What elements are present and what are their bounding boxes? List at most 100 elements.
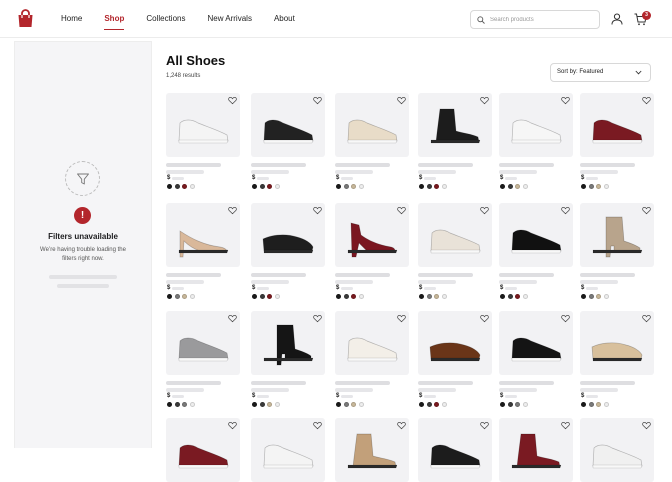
- color-swatch[interactable]: [182, 294, 187, 299]
- color-swatch[interactable]: [434, 402, 439, 407]
- heart-icon[interactable]: [480, 314, 489, 323]
- heart-icon[interactable]: [642, 96, 651, 105]
- color-swatch[interactable]: [351, 402, 356, 407]
- heart-icon[interactable]: [313, 96, 322, 105]
- heart-icon[interactable]: [561, 206, 570, 215]
- heart-icon[interactable]: [561, 421, 570, 430]
- color-swatch[interactable]: [252, 402, 257, 407]
- color-swatch[interactable]: [596, 294, 601, 299]
- nav-shop[interactable]: Shop: [104, 0, 125, 38]
- color-swatch[interactable]: [500, 294, 505, 299]
- product-image-box[interactable]: [580, 203, 654, 267]
- product-image-box[interactable]: [166, 93, 240, 157]
- heart-icon[interactable]: [228, 206, 237, 215]
- color-swatch[interactable]: [274, 294, 280, 299]
- product-image-box[interactable]: [335, 311, 409, 375]
- product-image-box[interactable]: [580, 93, 654, 157]
- color-swatch[interactable]: [274, 184, 280, 189]
- color-swatch[interactable]: [336, 184, 341, 189]
- color-swatch[interactable]: [267, 402, 272, 407]
- product-image-box[interactable]: [251, 203, 325, 267]
- color-swatch[interactable]: [500, 402, 505, 407]
- heart-icon[interactable]: [561, 314, 570, 323]
- heart-icon[interactable]: [480, 421, 489, 430]
- color-swatch[interactable]: [351, 294, 356, 299]
- color-swatch[interactable]: [343, 294, 349, 299]
- color-swatch[interactable]: [189, 402, 195, 407]
- color-swatch[interactable]: [441, 402, 447, 407]
- color-swatch[interactable]: [419, 402, 424, 407]
- color-swatch[interactable]: [603, 294, 609, 299]
- product-image-box[interactable]: [499, 203, 573, 267]
- shopping-bag-logo-icon[interactable]: [17, 9, 34, 28]
- color-swatch[interactable]: [336, 294, 341, 299]
- heart-icon[interactable]: [313, 421, 322, 430]
- color-swatch[interactable]: [167, 184, 172, 189]
- color-swatch[interactable]: [174, 294, 180, 299]
- heart-icon[interactable]: [228, 96, 237, 105]
- color-swatch[interactable]: [336, 402, 341, 407]
- product-image-box[interactable]: [499, 418, 573, 482]
- heart-icon[interactable]: [561, 96, 570, 105]
- color-swatch[interactable]: [522, 294, 528, 299]
- color-swatch[interactable]: [515, 294, 520, 299]
- color-swatch[interactable]: [426, 294, 432, 299]
- nav-about[interactable]: About: [274, 0, 295, 38]
- color-swatch[interactable]: [343, 402, 349, 407]
- heart-icon[interactable]: [313, 314, 322, 323]
- search-input[interactable]: [490, 16, 590, 23]
- color-swatch[interactable]: [182, 184, 187, 189]
- nav-collections[interactable]: Collections: [146, 0, 185, 38]
- color-swatch[interactable]: [581, 294, 586, 299]
- color-swatch[interactable]: [581, 184, 586, 189]
- product-image-box[interactable]: [251, 93, 325, 157]
- product-image-box[interactable]: [580, 418, 654, 482]
- color-swatch[interactable]: [581, 402, 586, 407]
- color-swatch[interactable]: [182, 402, 187, 407]
- heart-icon[interactable]: [397, 421, 406, 430]
- heart-icon[interactable]: [313, 206, 322, 215]
- color-swatch[interactable]: [167, 294, 172, 299]
- heart-icon[interactable]: [642, 421, 651, 430]
- product-image-box[interactable]: [580, 311, 654, 375]
- color-swatch[interactable]: [351, 184, 356, 189]
- color-swatch[interactable]: [522, 184, 528, 189]
- color-swatch[interactable]: [419, 294, 424, 299]
- color-swatch[interactable]: [274, 402, 280, 407]
- color-swatch[interactable]: [259, 184, 265, 189]
- color-swatch[interactable]: [343, 184, 349, 189]
- product-image-box[interactable]: [499, 311, 573, 375]
- heart-icon[interactable]: [642, 206, 651, 215]
- product-image-box[interactable]: [251, 311, 325, 375]
- color-swatch[interactable]: [358, 294, 364, 299]
- color-swatch[interactable]: [189, 294, 195, 299]
- product-image-box[interactable]: [251, 418, 325, 482]
- color-swatch[interactable]: [596, 402, 601, 407]
- heart-icon[interactable]: [228, 421, 237, 430]
- product-image-box[interactable]: [166, 418, 240, 482]
- color-swatch[interactable]: [434, 184, 439, 189]
- product-image-box[interactable]: [166, 311, 240, 375]
- user-account-icon[interactable]: [611, 13, 623, 25]
- color-swatch[interactable]: [174, 402, 180, 407]
- color-swatch[interactable]: [426, 402, 432, 407]
- color-swatch[interactable]: [603, 184, 609, 189]
- heart-icon[interactable]: [397, 96, 406, 105]
- color-swatch[interactable]: [507, 184, 513, 189]
- color-swatch[interactable]: [507, 402, 513, 407]
- color-swatch[interactable]: [267, 184, 272, 189]
- color-swatch[interactable]: [426, 184, 432, 189]
- heart-icon[interactable]: [397, 206, 406, 215]
- color-swatch[interactable]: [167, 402, 172, 407]
- color-swatch[interactable]: [358, 402, 364, 407]
- color-swatch[interactable]: [441, 184, 447, 189]
- nav-new-arrivals[interactable]: New Arrivals: [207, 0, 251, 38]
- color-swatch[interactable]: [252, 294, 257, 299]
- color-swatch[interactable]: [507, 294, 513, 299]
- product-image-box[interactable]: [418, 311, 492, 375]
- color-swatch[interactable]: [259, 402, 265, 407]
- product-image-box[interactable]: [418, 203, 492, 267]
- heart-icon[interactable]: [480, 206, 489, 215]
- color-swatch[interactable]: [588, 294, 594, 299]
- color-swatch[interactable]: [252, 184, 257, 189]
